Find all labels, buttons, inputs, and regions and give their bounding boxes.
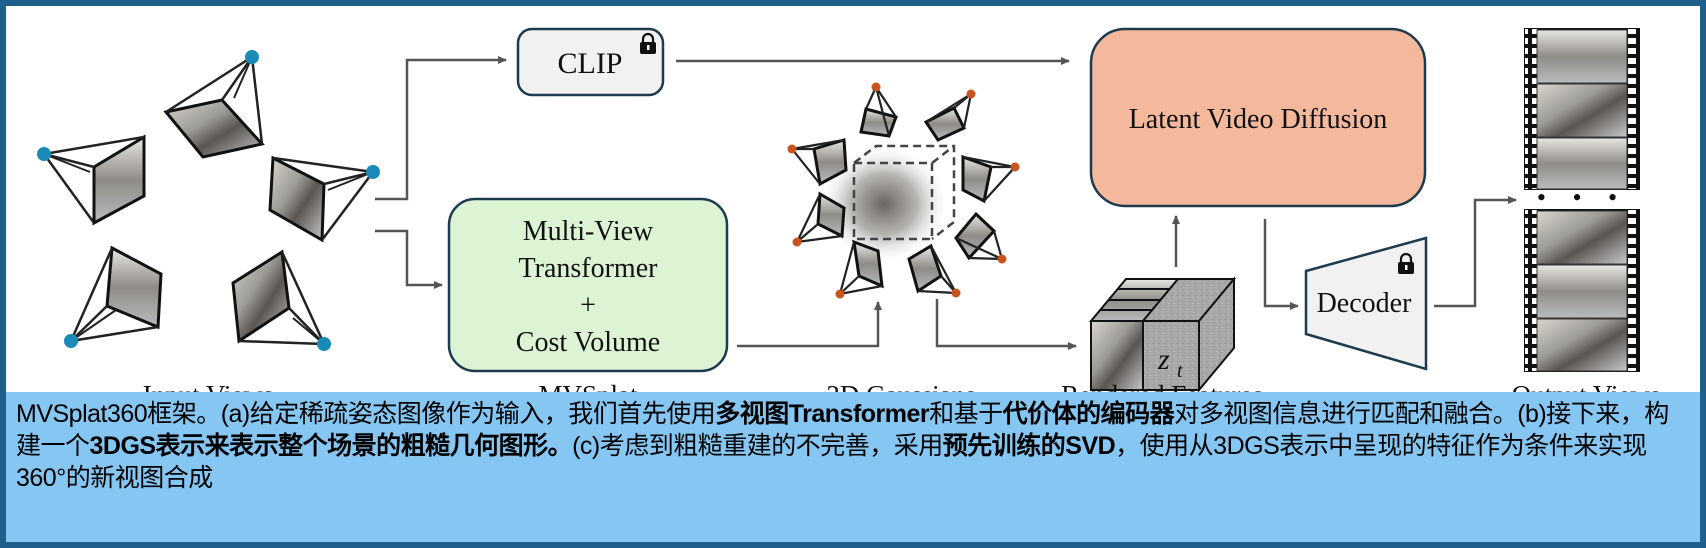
camera-center-dot: [37, 147, 51, 161]
caption-segment-bold: 代价体的编码器: [1002, 400, 1175, 428]
clip-label: CLIP: [557, 47, 622, 80]
camera-center-dot: [64, 334, 78, 348]
clip-block: CLIP: [516, 27, 665, 97]
decoder-label: Decoder: [1317, 288, 1413, 319]
caption-segment-bold: 多视图Transformer: [715, 400, 930, 428]
camera-center-dot: [366, 165, 380, 179]
output-frame: [1536, 210, 1628, 265]
camera-center-dot: [787, 144, 797, 154]
caption-segment: 和基于: [929, 400, 1003, 428]
input-camera: [231, 249, 331, 351]
camera-center-dot: [792, 237, 802, 247]
caption-segment: (c)考虑到粗糙重建的不完善，采用: [572, 432, 943, 460]
output-frame: [1536, 29, 1628, 84]
caption-segment-bold: 预先训练的SVD: [942, 432, 1116, 460]
arrow-diffusion-to-decoder: [1263, 219, 1299, 310]
input-camera: [37, 134, 146, 226]
camera-center-dot: [951, 288, 961, 298]
mvsplat-line-3: +: [580, 290, 596, 321]
camera-center-dot: [245, 50, 259, 64]
arrow-decoder-to-output: [1434, 196, 1517, 308]
camera-center-dot: [1010, 162, 1020, 172]
rendered-features-cube: z t: [1088, 276, 1237, 393]
pipeline-diagram: CLIP Multi-View Transformer + Cost Volum…: [6, 6, 1700, 410]
output-film-strip-bottom: [1524, 209, 1640, 372]
camera-center-dot: [966, 89, 976, 99]
latent-symbol: z: [1157, 343, 1170, 376]
caption-segment: MVSplat360框架。(a)给定稀疏姿态图像作为输入，我们首先使用: [16, 400, 716, 428]
output-frame: [1536, 264, 1628, 319]
arrow-gaussians-to-rendered: [935, 299, 1077, 350]
caption-segment-bold: 3DGS表示来表示整个场景的粗糙几何图形。: [89, 432, 573, 460]
mvsplat-line-1: Multi-View: [523, 216, 654, 247]
figure-frame: CLIP Multi-View Transformer + Cost Volum…: [0, 0, 1706, 548]
gaussians-scene: [787, 82, 1020, 299]
latent-subscript: t: [1177, 360, 1183, 382]
latent-video-diffusion-block: Latent Video Diffusion: [1089, 27, 1427, 208]
mvsplat-line-2: Transformer: [519, 253, 659, 284]
diffusion-label: Latent Video Diffusion: [1129, 104, 1388, 135]
camera-center-dot: [835, 289, 845, 299]
figure-caption: MVSplat360框架。(a)给定稀疏姿态图像作为输入，我们首先使用多视图Tr…: [6, 392, 1700, 542]
mvsplat-line-4: Cost Volume: [516, 327, 660, 358]
decoder-block: Decoder: [1304, 236, 1428, 371]
input-camera: [163, 50, 265, 159]
arrow-input-to-clip: [375, 56, 507, 201]
camera-center-dot: [997, 254, 1007, 264]
arrow-mvsplat-to-gaussians: [737, 301, 882, 348]
input-camera: [64, 245, 163, 348]
input-views-cameras: [37, 50, 380, 351]
ellipsis-icon: • • •: [1537, 183, 1627, 212]
arrow-input-to-mvsplat: [375, 229, 443, 289]
mvsplat-block: Multi-View Transformer + Cost Volume: [447, 197, 729, 373]
input-camera: [268, 155, 380, 243]
output-frame: [1536, 318, 1628, 372]
output-film-strip-top: [1524, 28, 1640, 190]
camera-center-dot: [871, 82, 881, 92]
camera-center-dot: [317, 337, 331, 351]
output-frame: [1536, 83, 1628, 138]
output-frame: [1536, 137, 1628, 190]
